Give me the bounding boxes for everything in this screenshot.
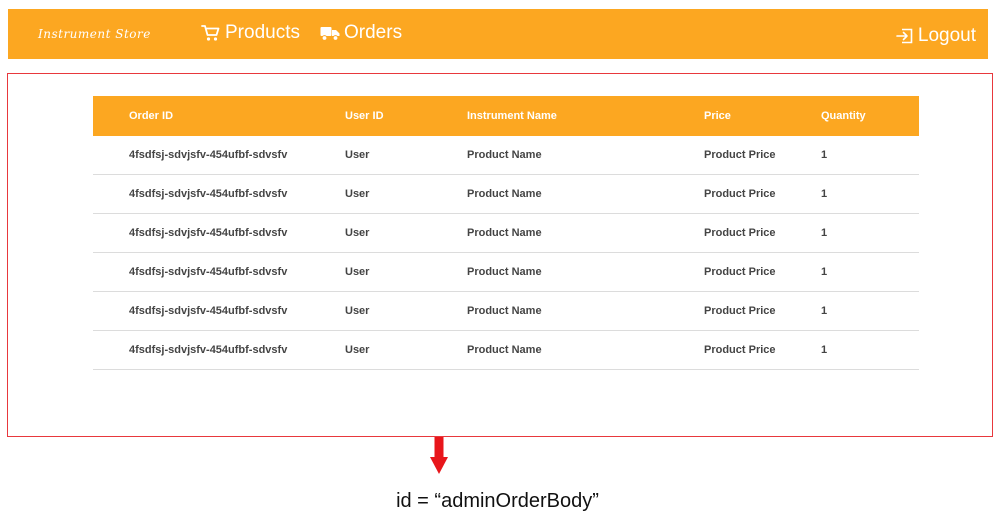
cell-user-id: User (345, 213, 467, 253)
table-row: 4fsdfsj-sdvjsfv-454ufbf-sdvsfv User Prod… (93, 291, 919, 331)
cell-instrument-name: Product Name (467, 136, 704, 175)
nav-orders-link[interactable]: Orders (320, 22, 402, 44)
logout-icon (896, 28, 914, 44)
cell-quantity: 1 (821, 291, 919, 331)
cell-user-id: User (345, 291, 467, 331)
table-row: 4fsdfsj-sdvjsfv-454ufbf-sdvsfv User Prod… (93, 136, 919, 175)
orders-table: Order ID User ID Instrument Name Price Q… (93, 96, 919, 370)
logout-button[interactable]: Logout (896, 25, 976, 47)
cell-price: Product Price (704, 252, 821, 292)
cell-order-id: 4fsdfsj-sdvjsfv-454ufbf-sdvsfv (93, 213, 345, 253)
table-header-row: Order ID User ID Instrument Name Price Q… (93, 96, 919, 136)
table-row: 4fsdfsj-sdvjsfv-454ufbf-sdvsfv User Prod… (93, 252, 919, 292)
cell-price: Product Price (704, 330, 821, 370)
navbar: Instrument Store Products Orders Logout (8, 9, 988, 59)
nav-products-label: Products (225, 22, 300, 43)
cell-order-id: 4fsdfsj-sdvjsfv-454ufbf-sdvsfv (93, 136, 345, 175)
header-order-id: Order ID (129, 110, 174, 122)
cell-quantity: 1 (821, 252, 919, 292)
annotation-caption: id = “adminOrderBody” (396, 490, 599, 512)
cell-price: Product Price (704, 136, 821, 175)
cell-instrument-name: Product Name (467, 174, 704, 214)
cell-user-id: User (345, 136, 467, 175)
brand-logo[interactable]: Instrument Store (38, 27, 151, 41)
nav-orders-label: Orders (344, 22, 403, 43)
cell-user-id: User (345, 252, 467, 292)
down-arrow-icon (430, 437, 448, 475)
header-price: Price (704, 110, 731, 122)
cell-quantity: 1 (821, 136, 919, 175)
cell-instrument-name: Product Name (467, 252, 704, 292)
cell-order-id: 4fsdfsj-sdvjsfv-454ufbf-sdvsfv (93, 291, 345, 331)
cell-quantity: 1 (821, 330, 919, 370)
cell-instrument-name: Product Name (467, 330, 704, 370)
truck-icon (320, 25, 340, 42)
cell-price: Product Price (704, 174, 821, 214)
cell-quantity: 1 (821, 213, 919, 253)
logout-label: Logout (917, 25, 976, 46)
cell-order-id: 4fsdfsj-sdvjsfv-454ufbf-sdvsfv (93, 330, 345, 370)
cell-order-id: 4fsdfsj-sdvjsfv-454ufbf-sdvsfv (93, 174, 345, 214)
cell-order-id: 4fsdfsj-sdvjsfv-454ufbf-sdvsfv (93, 252, 345, 292)
cell-price: Product Price (704, 213, 821, 253)
cell-user-id: User (345, 330, 467, 370)
header-quantity: Quantity (821, 110, 866, 122)
cell-price: Product Price (704, 291, 821, 331)
header-instrument-name: Instrument Name (467, 110, 557, 122)
cell-user-id: User (345, 174, 467, 214)
admin-order-body: Order ID User ID Instrument Name Price Q… (7, 73, 993, 437)
cell-instrument-name: Product Name (467, 213, 704, 253)
cell-instrument-name: Product Name (467, 291, 704, 331)
cart-icon (201, 24, 221, 42)
header-user-id: User ID (345, 110, 384, 122)
table-row: 4fsdfsj-sdvjsfv-454ufbf-sdvsfv User Prod… (93, 174, 919, 214)
cell-quantity: 1 (821, 174, 919, 214)
nav-products-link[interactable]: Products (201, 22, 300, 44)
table-row: 4fsdfsj-sdvjsfv-454ufbf-sdvsfv User Prod… (93, 330, 919, 370)
table-row: 4fsdfsj-sdvjsfv-454ufbf-sdvsfv User Prod… (93, 213, 919, 253)
